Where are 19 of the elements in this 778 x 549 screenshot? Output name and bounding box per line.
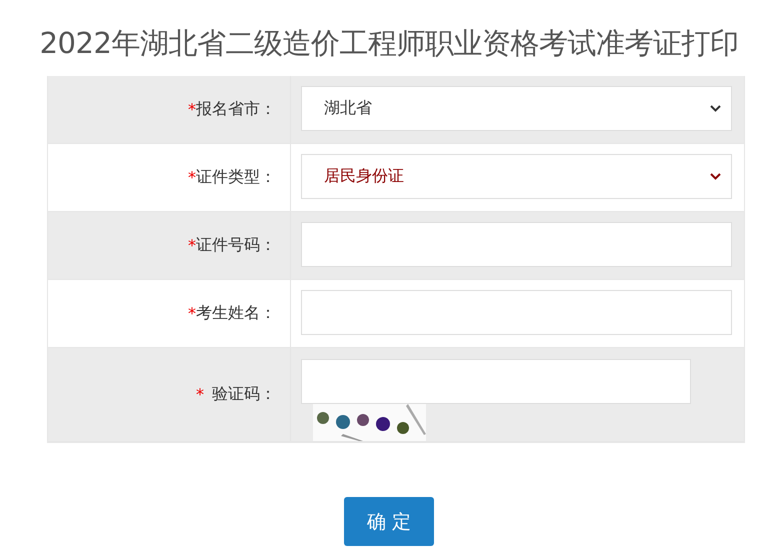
required-mark: *: [188, 304, 196, 323]
required-mark: *: [188, 236, 196, 255]
input-field[interactable]: [301, 222, 732, 267]
dropdown-field[interactable]: 湖北省: [301, 86, 732, 131]
field-label: 证件类型：: [196, 167, 276, 188]
chevron-down-icon: [710, 173, 721, 180]
required-mark: *: [188, 168, 196, 187]
required-mark: *: [196, 385, 204, 404]
dropdown-field[interactable]: 居民身份证: [301, 154, 732, 199]
field-label: 报名省市：: [196, 99, 276, 120]
field-label: 证件号码：: [196, 235, 276, 256]
chevron-down-icon: [710, 105, 721, 112]
page-title: 2022年湖北省二级造价工程师职业资格考试准考证打印: [40, 25, 738, 62]
field-label: 验证码：: [212, 384, 276, 405]
submit-button[interactable]: 确 定: [344, 497, 434, 546]
field-label: 考生姓名：: [196, 303, 276, 324]
required-mark: *: [188, 100, 196, 119]
input-field[interactable]: [301, 290, 732, 335]
input-field[interactable]: [301, 359, 691, 404]
